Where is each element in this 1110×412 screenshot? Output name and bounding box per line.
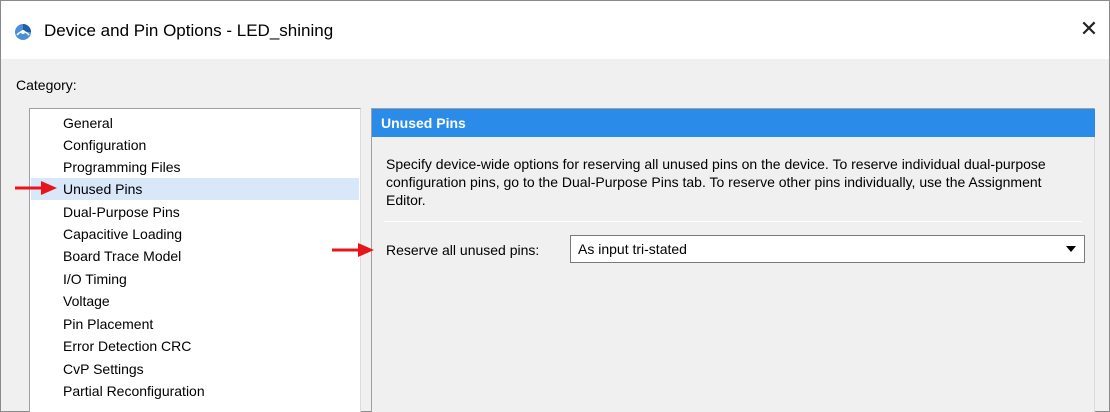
quartus-app-icon — [15, 24, 31, 40]
chevron-down-icon[interactable] — [1066, 246, 1076, 252]
category-item-io-timing[interactable]: I/O Timing — [31, 268, 359, 290]
title-bar[interactable]: Device and Pin Options - LED_shining ✕ — [1, 1, 1109, 59]
settings-panel: Unused Pins Specify device-wide options … — [371, 108, 1095, 412]
category-label: Category: — [16, 77, 77, 93]
red-arrow-icon — [332, 243, 374, 257]
category-item-general[interactable]: General — [31, 112, 359, 134]
category-item-error-detection-crc[interactable]: Error Detection CRC — [31, 335, 359, 357]
close-icon: ✕ — [1079, 16, 1099, 41]
category-list[interactable]: General Configuration Programming Files … — [29, 108, 361, 412]
category-item-programming-files[interactable]: Programming Files — [31, 156, 359, 178]
window-title: Device and Pin Options - LED_shining — [44, 21, 334, 40]
dialog-window: Device and Pin Options - LED_shining ✕ C… — [0, 0, 1110, 412]
category-item-dual-purpose-pins[interactable]: Dual-Purpose Pins — [31, 201, 359, 223]
category-item-pin-placement[interactable]: Pin Placement — [31, 313, 359, 335]
category-item-board-trace-model[interactable]: Board Trace Model — [31, 245, 359, 267]
close-button[interactable]: ✕ — [1069, 7, 1109, 51]
panel-description: Specify device-wide options for reservin… — [386, 156, 1046, 208]
category-item-cvp-settings[interactable]: CvP Settings — [31, 358, 359, 380]
category-item-configuration[interactable]: Configuration — [31, 134, 359, 156]
panel-header: Unused Pins — [372, 109, 1095, 137]
category-item-capacitive-loading[interactable]: Capacitive Loading — [31, 223, 359, 245]
category-item-partial-reconfiguration[interactable]: Partial Reconfiguration — [31, 380, 359, 402]
dialog-body: Category: General Configuration Programm… — [1, 59, 1109, 412]
divider — [384, 221, 1082, 222]
category-item-unused-pins[interactable]: Unused Pins — [31, 178, 359, 200]
reserve-unused-pins-value: As input tri-stated — [578, 241, 687, 257]
red-arrow-icon — [15, 181, 57, 195]
reserve-unused-pins-select[interactable]: As input tri-stated — [570, 235, 1085, 263]
reserve-unused-pins-label: Reserve all unused pins: — [386, 242, 540, 258]
category-item-voltage[interactable]: Voltage — [31, 290, 359, 312]
